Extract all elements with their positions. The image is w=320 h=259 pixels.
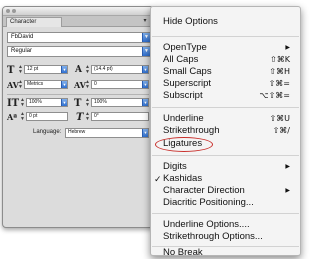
vertical-scale-icon: IT xyxy=(7,98,20,109)
menu-item-digits[interactable]: Digits ▶ xyxy=(163,161,292,173)
menu-item-label: Underline xyxy=(163,113,204,124)
menu-separator xyxy=(152,213,299,214)
menu-separator xyxy=(152,155,299,156)
font-size-icon: T xyxy=(7,65,15,76)
menu-item-label: Superscript xyxy=(163,78,212,89)
menu-item-strikethrough-options[interactable]: Strikethrough Options... xyxy=(163,231,292,243)
horizontal-scale-field[interactable]: 100% ▼ xyxy=(91,98,149,107)
font-size-field[interactable]: 12 pt ▼ xyxy=(24,65,68,74)
language-field[interactable]: Hebrew ▼ xyxy=(65,128,149,138)
menu-item-shortcut: ⇧⌘= xyxy=(268,79,290,88)
submenu-arrow-icon: ▶ xyxy=(285,45,290,51)
menu-item-strikethrough[interactable]: Strikethrough ⇧⌘/ xyxy=(163,125,292,137)
tracking-value: 0 xyxy=(94,81,97,87)
horizontal-scale-value: 100% xyxy=(94,99,107,105)
menu-item-shortcut: ⇧⌘K xyxy=(270,55,290,64)
menu-item-label: Subscript xyxy=(163,90,203,101)
menu-item-hide-options[interactable]: Hide Options xyxy=(163,16,292,28)
kerning-field[interactable]: Metrics ▼ xyxy=(24,80,68,89)
close-dot-icon[interactable] xyxy=(6,9,10,13)
baseline-shift-field[interactable]: 0 pt xyxy=(26,112,68,121)
menu-item-kashidas[interactable]: ✓ Kashidas xyxy=(154,173,292,185)
skew-stepper-icon[interactable]: ▲ ▼ xyxy=(85,112,90,122)
tracking-stepper-icon[interactable]: ▲ ▼ xyxy=(85,80,90,90)
kerning-stepper-icon[interactable]: ▲ ▼ xyxy=(18,80,23,90)
tab-character[interactable]: Character xyxy=(6,17,62,27)
baseline-shift-value: 0 pt xyxy=(29,113,38,119)
menu-item-label: Strikethrough Options... xyxy=(163,231,263,242)
menu-item-label: Character Direction xyxy=(163,185,245,196)
menu-item-small-caps[interactable]: Small Caps ⇧⌘H xyxy=(163,66,292,78)
menu-item-underline[interactable]: Underline ⇧⌘U xyxy=(163,113,292,125)
panel-divider xyxy=(7,94,149,95)
panel-tab-row: Character ▾ xyxy=(3,16,153,27)
submenu-arrow-icon: ▶ xyxy=(285,188,290,194)
skew-icon: T xyxy=(76,112,84,123)
menu-item-all-caps[interactable]: All Caps ⇧⌘K xyxy=(163,54,292,66)
leading-stepper-icon[interactable]: ▲ ▼ xyxy=(85,65,90,75)
baseline-shift-stepper-icon[interactable]: ▲ ▼ xyxy=(20,112,25,122)
skew-field[interactable]: 0° xyxy=(91,112,149,121)
font-family-field[interactable]: FbDavid ▼ xyxy=(7,32,151,43)
language-value: Hebrew xyxy=(68,129,86,135)
leading-field[interactable]: (14.4 pt) ▼ xyxy=(91,65,149,74)
font-size-dropdown-icon[interactable]: ▼ xyxy=(61,66,67,73)
menu-item-shortcut: ⇧⌘U xyxy=(269,114,290,123)
tab-character-label: Character xyxy=(10,19,37,25)
menu-item-label: Strikethrough xyxy=(163,125,220,136)
font-family-value: FbDavid xyxy=(11,34,34,40)
submenu-arrow-icon: ▶ xyxy=(285,164,290,170)
kerning-value: Metrics xyxy=(27,81,44,87)
menu-item-character-direction[interactable]: Character Direction ▶ xyxy=(163,185,292,197)
leading-icon: A xyxy=(75,65,82,75)
menu-item-label: No Break xyxy=(163,247,203,258)
ligatures-highlight-circle xyxy=(155,137,213,152)
horizontal-scale-icon: T xyxy=(74,98,82,109)
vertical-scale-value: 100% xyxy=(29,99,42,105)
language-dropdown-icon[interactable]: ▼ xyxy=(142,129,148,137)
leading-value: (14.4 pt) xyxy=(94,66,113,72)
panel-menu-button[interactable]: ▾ xyxy=(140,17,150,25)
menu-item-label: Diacritic Positioning... xyxy=(163,197,254,208)
menu-separator xyxy=(152,107,299,108)
menu-item-label: Underline Options.... xyxy=(163,219,250,230)
checkmark-icon: ✓ xyxy=(154,174,162,184)
leading-dropdown-icon[interactable]: ▼ xyxy=(142,66,148,73)
menu-item-opentype[interactable]: OpenType ▶ xyxy=(163,42,292,54)
vertical-scale-field[interactable]: 100% ▼ xyxy=(26,98,68,107)
font-style-field[interactable]: Regular ▼ xyxy=(7,46,151,57)
menu-item-label: All Caps xyxy=(163,54,199,65)
menu-item-underline-options[interactable]: Underline Options.... xyxy=(163,219,292,231)
skew-value: 0° xyxy=(94,113,99,119)
kerning-dropdown-icon[interactable]: ▼ xyxy=(61,81,67,88)
menu-item-label: Digits xyxy=(163,161,187,172)
menu-item-shortcut: ⇧⌘H xyxy=(269,67,290,76)
menu-item-label: Hide Options xyxy=(163,16,218,27)
horizontal-scale-dropdown-icon[interactable]: ▼ xyxy=(142,99,148,106)
font-style-value: Regular xyxy=(11,48,33,54)
menu-item-label: OpenType xyxy=(163,42,207,53)
font-size-stepper-icon[interactable]: ▲ ▼ xyxy=(18,65,23,75)
vertical-scale-dropdown-icon[interactable]: ▼ xyxy=(61,99,67,106)
menu-item-subscript[interactable]: Subscript ⌥⇧⌘= xyxy=(163,90,292,102)
menu-item-shortcut: ⌥⇧⌘= xyxy=(259,91,290,100)
menu-item-superscript[interactable]: Superscript ⇧⌘= xyxy=(163,78,292,90)
vertical-scale-stepper-icon[interactable]: ▲ ▼ xyxy=(20,98,25,108)
horizontal-scale-stepper-icon[interactable]: ▲ ▼ xyxy=(85,98,90,108)
minimize-dot-icon[interactable] xyxy=(12,9,16,13)
panel-options-menu: Hide Options OpenType ▶ All Caps ⇧⌘K Sma… xyxy=(150,6,301,259)
panel-titlebar xyxy=(3,7,153,16)
tracking-dropdown-icon[interactable]: ▼ xyxy=(142,81,148,88)
menu-separator xyxy=(152,36,299,37)
menu-item-label: Small Caps xyxy=(163,66,212,77)
tracking-field[interactable]: 0 ▼ xyxy=(91,80,149,89)
menu-item-label: Kashidas xyxy=(163,173,203,184)
font-size-value: 12 pt xyxy=(27,66,39,72)
character-panel: Character ▾ FbDavid ▼ Regular ▼ T ▲ ▼ 12 … xyxy=(2,6,154,228)
menu-item-shortcut: ⇧⌘/ xyxy=(272,126,290,135)
menu-item-diacritic-positioning[interactable]: Diacritic Positioning... xyxy=(163,197,292,209)
baseline-shift-icon: Aª xyxy=(7,112,18,122)
language-label: Language: xyxy=(33,129,62,135)
menu-item-no-break[interactable]: No Break xyxy=(163,247,292,259)
